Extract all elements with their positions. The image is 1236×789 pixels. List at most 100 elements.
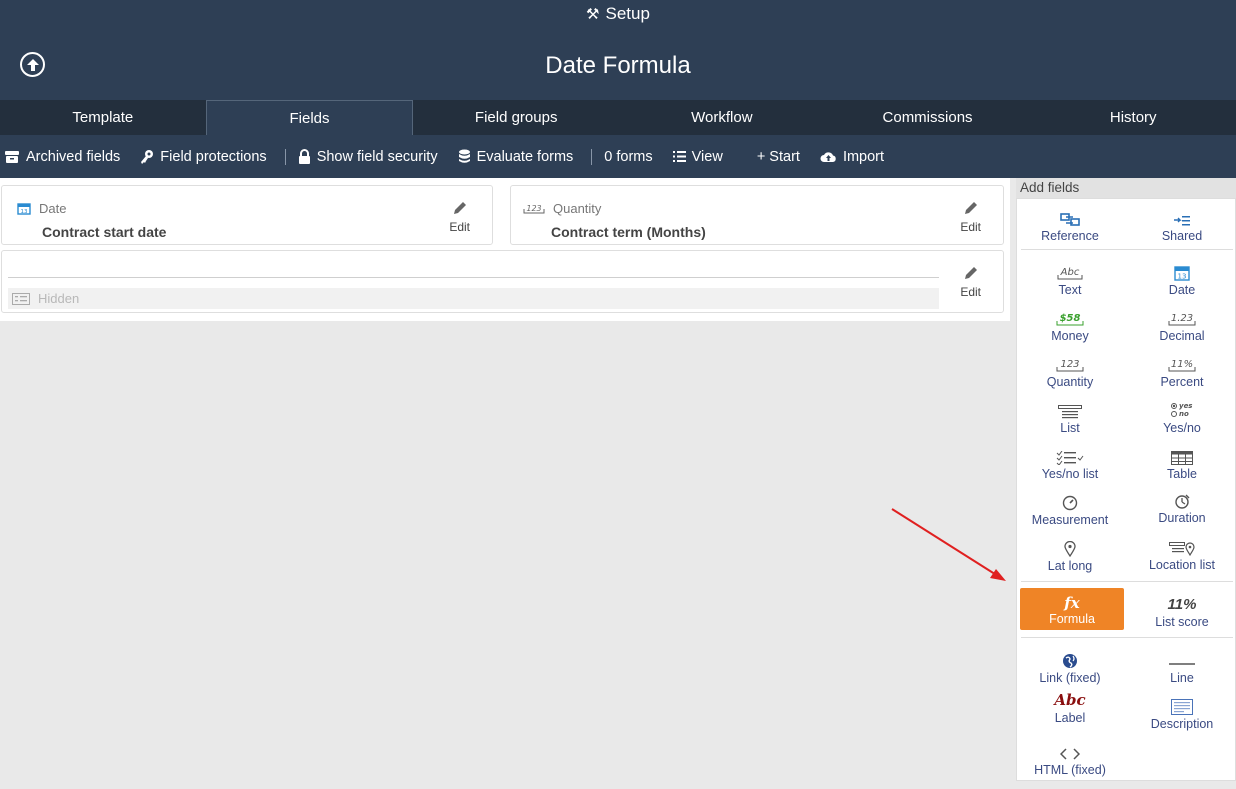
tools-icon: ⚒: [586, 6, 600, 23]
start-button[interactable]: + Start: [757, 149, 800, 165]
lock-icon: [298, 149, 310, 164]
money-label: Money: [1051, 329, 1089, 343]
add-percent-button[interactable]: 11% Percent: [1129, 353, 1235, 389]
add-html-button[interactable]: HTML (fixed): [1017, 741, 1123, 777]
field-canvas: 13 Date Contract start date Edit 123 Qua…: [0, 178, 1010, 321]
svg-text:11%: 11%: [1171, 359, 1193, 370]
table-label: Table: [1167, 467, 1197, 481]
yesno-label: Yes/no: [1163, 421, 1201, 435]
add-list-score-button[interactable]: 11% List score: [1129, 593, 1235, 629]
field-card-quantity[interactable]: 123 Quantity Contract term (Months) Edit: [510, 185, 1004, 245]
edit-label: Edit: [960, 220, 981, 234]
add-description-button[interactable]: Description: [1129, 695, 1235, 731]
date-label: Date: [1168, 283, 1196, 297]
tab-field-groups[interactable]: Field groups: [413, 100, 619, 135]
svg-text:123: 123: [1060, 359, 1079, 370]
add-reference-button[interactable]: Reference: [1017, 207, 1123, 243]
archived-fields-label: Archived fields: [26, 148, 121, 165]
add-measurement-button[interactable]: Measurement: [1017, 491, 1123, 527]
add-label-button[interactable]: Abc Label: [1017, 689, 1123, 725]
quantity-icon: 123: [523, 204, 545, 213]
setup-label: Setup: [605, 4, 650, 23]
hidden-bar: Hidden: [8, 288, 939, 309]
globe-icon: [1063, 654, 1077, 668]
list-score-label: List score: [1155, 615, 1209, 629]
svg-text:yes: yes: [1179, 402, 1192, 410]
add-formula-button[interactable]: fx Formula: [1020, 588, 1124, 630]
code-icon: [1060, 748, 1080, 760]
reference-icon: [1060, 213, 1080, 226]
add-location-list-button[interactable]: Location list: [1129, 536, 1235, 572]
list-score-icon: 11%: [1167, 596, 1197, 613]
add-yesno-list-button[interactable]: Yes/no list: [1017, 445, 1123, 481]
toolbar-divider: [284, 148, 286, 165]
svg-text:no: no: [1179, 410, 1189, 418]
tab-template[interactable]: Template: [0, 100, 206, 135]
forms-count[interactable]: 0 forms: [604, 149, 652, 165]
field-card-date[interactable]: 13 Date Contract start date Edit: [1, 185, 493, 245]
location-list-icon: [1169, 542, 1195, 556]
tab-workflow[interactable]: Workflow: [619, 100, 825, 135]
field-type: 13 Date: [17, 201, 66, 216]
archived-fields-button[interactable]: Archived fields: [4, 149, 120, 165]
add-text-button[interactable]: Abc Text: [1017, 261, 1123, 297]
add-link-button[interactable]: Link (fixed): [1017, 649, 1123, 685]
tab-commissions[interactable]: Commissions: [825, 100, 1031, 135]
link-label: Link (fixed): [1039, 671, 1101, 685]
field-protections-button[interactable]: Field protections: [140, 148, 267, 165]
add-latlong-button[interactable]: Lat long: [1017, 537, 1123, 573]
svg-text:Abc: Abc: [1060, 267, 1080, 278]
add-line-button[interactable]: Line: [1129, 649, 1235, 685]
add-shared-button[interactable]: Shared: [1129, 207, 1235, 243]
evaluate-forms-button[interactable]: Evaluate forms: [458, 149, 573, 165]
money-icon: $58: [1056, 313, 1084, 326]
yesno-list-label: Yes/no list: [1041, 467, 1099, 481]
add-yesno-button[interactable]: yes no Yes/no: [1129, 399, 1235, 435]
key-icon: [141, 149, 154, 164]
description-label: Description: [1150, 717, 1214, 731]
label-label: Label: [1054, 711, 1086, 725]
add-duration-button[interactable]: Duration: [1129, 489, 1235, 525]
hidden-field-icon: [12, 292, 30, 305]
add-money-button[interactable]: $58 Money: [1017, 307, 1123, 343]
field-name: Contract term (Months): [551, 224, 706, 240]
view-button[interactable]: View: [672, 148, 723, 165]
percent-icon: 11%: [1168, 359, 1196, 372]
svg-text:13: 13: [21, 209, 28, 215]
line-label: Line: [1170, 671, 1194, 685]
list-label: List: [1060, 421, 1080, 435]
tab-history[interactable]: History: [1030, 100, 1236, 135]
label-icon: Abc: [1054, 691, 1086, 709]
edit-button[interactable]: Edit: [960, 200, 981, 234]
add-fields-panel: Reference Shared Abc Text 13 Date $58 Mo…: [1016, 198, 1236, 781]
shared-label: Shared: [1161, 229, 1203, 243]
show-field-security-button[interactable]: Show field security: [298, 149, 438, 165]
panel-divider: [1021, 637, 1233, 638]
description-icon: [1171, 699, 1193, 715]
toolbar-divider: [591, 148, 593, 165]
field-protections-label: Field protections: [160, 148, 267, 165]
tab-fields[interactable]: Fields: [205, 100, 414, 135]
quantity-label: Quantity: [1046, 375, 1094, 389]
tab-bar: Template Fields Field groups Workflow Co…: [0, 100, 1236, 135]
decimal-label: Decimal: [1159, 329, 1205, 343]
decimal-icon: 1.23: [1168, 313, 1196, 326]
field-card-hidden[interactable]: Hidden Edit: [1, 250, 1004, 313]
html-label: HTML (fixed): [1034, 763, 1106, 777]
add-table-button[interactable]: Table: [1129, 445, 1235, 481]
latlong-label: Lat long: [1047, 559, 1093, 573]
add-date-button[interactable]: 13 Date: [1129, 261, 1235, 297]
header-bar: ⚒ Setup Date Formula: [0, 0, 1236, 100]
list-icon: [1058, 405, 1082, 419]
svg-text:1.23: 1.23: [1171, 313, 1193, 324]
add-decimal-button[interactable]: 1.23 Decimal: [1129, 307, 1235, 343]
edit-button[interactable]: Edit: [960, 265, 981, 299]
import-button[interactable]: Import: [820, 149, 884, 165]
edit-button[interactable]: Edit: [449, 200, 470, 234]
formula-icon: fx: [1064, 594, 1080, 612]
table-icon: [1171, 451, 1193, 465]
add-quantity-button[interactable]: 123 Quantity: [1017, 353, 1123, 389]
add-list-button[interactable]: List: [1017, 399, 1123, 435]
quantity-icon: 123: [1056, 359, 1084, 372]
view-label: View: [691, 148, 723, 165]
